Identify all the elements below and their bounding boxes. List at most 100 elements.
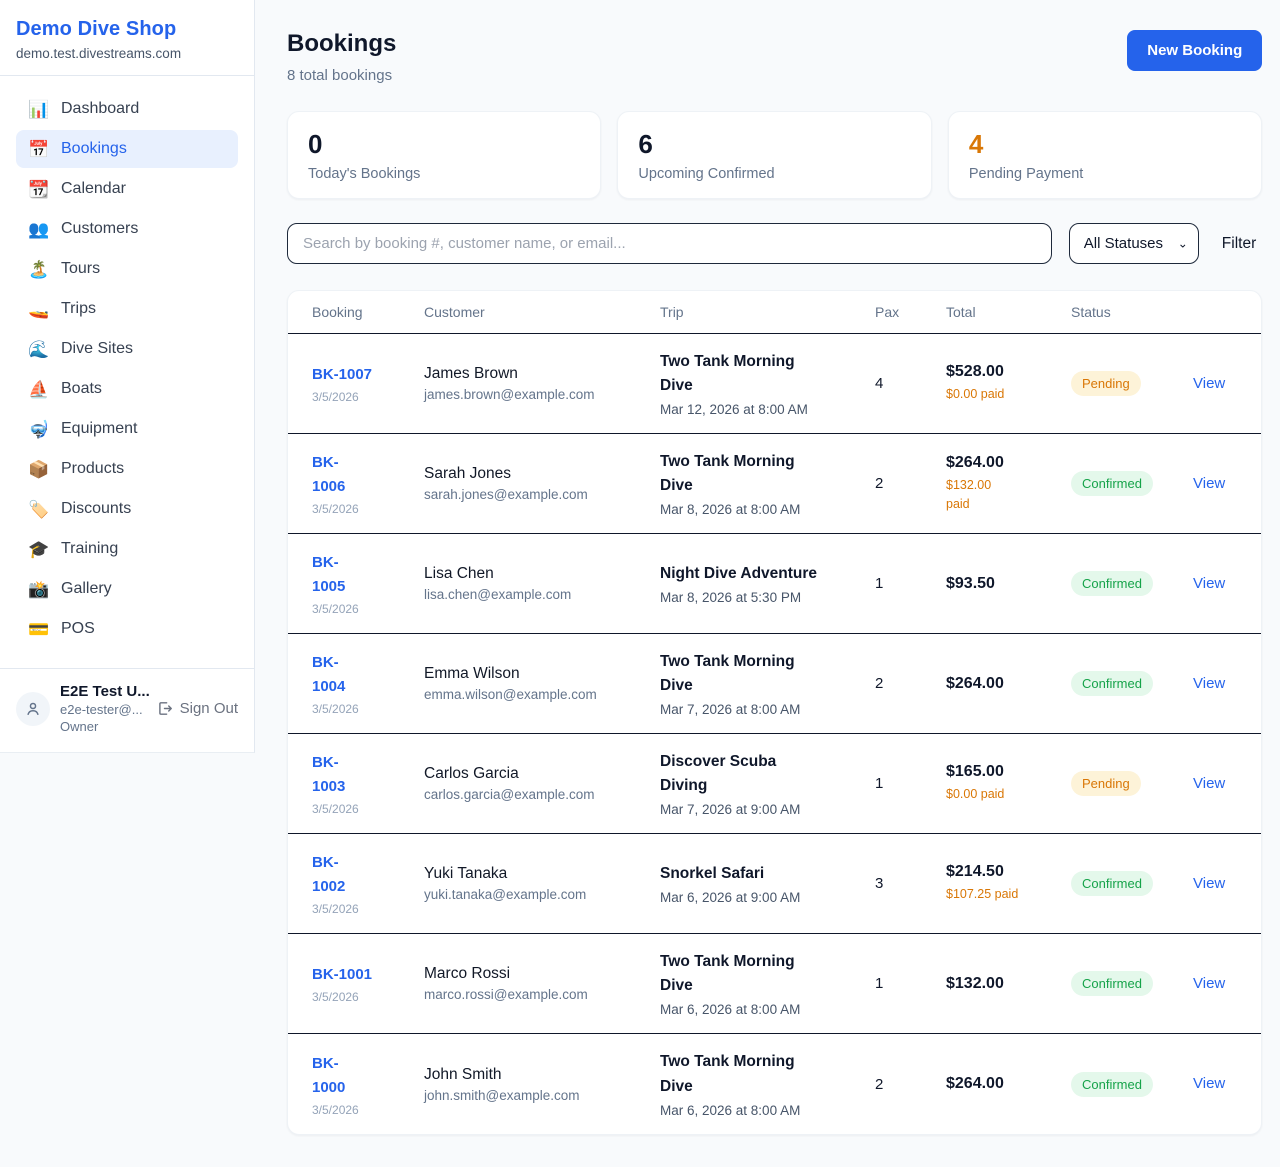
booking-id-link[interactable]: BK- 1000 <box>312 1052 345 1100</box>
booking-cell: BK- 1002 3/5/2026 <box>312 851 424 916</box>
view-link[interactable]: View <box>1193 1075 1225 1092</box>
sailboat-icon: ⛵ <box>28 381 48 398</box>
customer-name: James Brown <box>424 365 648 383</box>
new-booking-button[interactable]: New Booking <box>1127 30 1262 71</box>
booking-id-link[interactable]: BK- 1002 <box>312 851 345 899</box>
sidebar-item-pos[interactable]: 💳 POS <box>16 610 238 648</box>
total-amount: $528.00 <box>946 363 1059 381</box>
booking-cell: BK- 1006 3/5/2026 <box>312 451 424 516</box>
trip-name: Two Tank Morning Dive <box>660 350 863 398</box>
booking-date: 3/5/2026 <box>312 602 412 616</box>
sidebar-item-training[interactable]: 🎓 Training <box>16 530 238 568</box>
total-amount: $93.50 <box>946 575 1059 593</box>
sidebar-item-equipment[interactable]: 🤿 Equipment <box>16 410 238 448</box>
page-title: Bookings <box>287 30 396 58</box>
view-link[interactable]: View <box>1193 575 1225 592</box>
status-cell: Confirmed <box>1071 971 1193 996</box>
total-cell: $264.00 <box>946 1075 1071 1093</box>
table-row: BK- 1002 3/5/2026 Yuki Tanaka yuki.tanak… <box>288 834 1261 934</box>
total-cell: $214.50 $107.25 paid <box>946 863 1071 904</box>
sidebar-item-label: Calendar <box>61 180 126 198</box>
view-link[interactable]: View <box>1193 775 1225 792</box>
stat-card-upcoming-confirmed: 6 Upcoming Confirmed <box>617 111 931 199</box>
brand-link[interactable]: Demo Dive Shop demo.test.divestreams.com <box>0 0 254 76</box>
stat-card-pending-payment: 4 Pending Payment <box>948 111 1262 199</box>
bookings-table: Booking Customer Trip Pax Total Status B… <box>287 290 1262 1135</box>
booking-id-link[interactable]: BK-1001 <box>312 963 372 987</box>
sign-out-button[interactable]: Sign Out <box>156 700 238 717</box>
bar-chart-icon: 📊 <box>28 101 48 118</box>
view-link[interactable]: View <box>1193 375 1225 392</box>
sidebar-item-calendar[interactable]: 📆 Calendar <box>16 170 238 208</box>
sidebar-item-dive-sites[interactable]: 🌊 Dive Sites <box>16 330 238 368</box>
user-info: E2E Test U... e2e-tester@... Owner <box>60 683 144 734</box>
customer-email: carlos.garcia@example.com <box>424 787 648 802</box>
view-link[interactable]: View <box>1193 875 1225 892</box>
sidebar: Demo Dive Shop demo.test.divestreams.com… <box>0 0 255 753</box>
sidebar-item-gallery[interactable]: 📸 Gallery <box>16 570 238 608</box>
users-icon: 👥 <box>28 221 48 238</box>
status-badge: Confirmed <box>1071 471 1153 496</box>
actions-cell: View <box>1193 775 1237 793</box>
status-cell: Confirmed <box>1071 671 1193 696</box>
pax-count: 3 <box>875 875 946 892</box>
trip-datetime: Mar 6, 2026 at 8:00 AM <box>660 1103 863 1118</box>
trip-name: Two Tank Morning Dive <box>660 1050 863 1098</box>
view-link[interactable]: View <box>1193 975 1225 992</box>
status-filter-select[interactable]: All Statuses <box>1069 223 1199 264</box>
trip-datetime: Mar 7, 2026 at 8:00 AM <box>660 702 863 717</box>
bookings-count: 8 total bookings <box>287 67 396 84</box>
view-link[interactable]: View <box>1193 675 1225 692</box>
booking-id-link[interactable]: BK-1007 <box>312 363 372 387</box>
column-header-trip: Trip <box>660 304 875 320</box>
total-amount: $165.00 <box>946 763 1059 781</box>
sidebar-item-label: Customers <box>61 220 138 238</box>
table-row: BK- 1000 3/5/2026 John Smith john.smith@… <box>288 1034 1261 1134</box>
column-header-customer: Customer <box>424 304 660 320</box>
table-header-row: Booking Customer Trip Pax Total Status <box>288 291 1261 334</box>
pax-count: 2 <box>875 475 946 492</box>
customer-name: Carlos Garcia <box>424 765 648 783</box>
booking-id-link[interactable]: BK- 1004 <box>312 651 345 699</box>
tear-off-calendar-icon: 📆 <box>28 181 48 198</box>
customer-cell: Carlos Garcia carlos.garcia@example.com <box>424 765 660 802</box>
customer-cell: Sarah Jones sarah.jones@example.com <box>424 465 660 502</box>
table-body: BK-1007 3/5/2026 James Brown james.brown… <box>288 334 1261 1134</box>
main-content: Bookings 8 total bookings New Booking 0 … <box>255 0 1280 1167</box>
actions-cell: View <box>1193 375 1237 393</box>
sidebar-item-discounts[interactable]: 🏷️ Discounts <box>16 490 238 528</box>
booking-id-link[interactable]: BK- 1005 <box>312 551 345 599</box>
stat-card-todays-bookings: 0 Today's Bookings <box>287 111 601 199</box>
search-input[interactable] <box>287 223 1052 264</box>
brand-name[interactable]: Demo Dive Shop <box>16 18 238 41</box>
total-amount: $264.00 <box>946 454 1059 472</box>
column-header-total: Total <box>946 304 1071 320</box>
view-link[interactable]: View <box>1193 475 1225 492</box>
sidebar-item-tours[interactable]: 🏝️ Tours <box>16 250 238 288</box>
sidebar-item-customers[interactable]: 👥 Customers <box>16 210 238 248</box>
booking-date: 3/5/2026 <box>312 502 412 516</box>
trip-name: Night Dive Adventure <box>660 562 863 586</box>
table-row: BK-1007 3/5/2026 James Brown james.brown… <box>288 334 1261 434</box>
brand-domain: demo.test.divestreams.com <box>16 46 238 61</box>
status-cell: Pending <box>1071 371 1193 396</box>
trip-datetime: Mar 8, 2026 at 5:30 PM <box>660 590 863 605</box>
sidebar-item-dashboard[interactable]: 📊 Dashboard <box>16 90 238 128</box>
paid-amount: $132.00 paid <box>946 476 1059 514</box>
filter-button[interactable]: Filter <box>1216 235 1262 253</box>
sidebar-item-label: Trips <box>61 300 96 318</box>
pax-count: 2 <box>875 675 946 692</box>
table-row: BK- 1005 3/5/2026 Lisa Chen lisa.chen@ex… <box>288 534 1261 634</box>
stat-value: 4 <box>969 130 1241 160</box>
status-badge: Confirmed <box>1071 671 1153 696</box>
sidebar-item-trips[interactable]: 🚤 Trips <box>16 290 238 328</box>
sidebar-item-boats[interactable]: ⛵ Boats <box>16 370 238 408</box>
sidebar-item-products[interactable]: 📦 Products <box>16 450 238 488</box>
booking-id-link[interactable]: BK- 1003 <box>312 751 345 799</box>
sidebar-item-bookings[interactable]: 📅 Bookings <box>16 130 238 168</box>
total-cell: $93.50 <box>946 575 1071 593</box>
status-badge: Confirmed <box>1071 571 1153 596</box>
customer-email: lisa.chen@example.com <box>424 587 648 602</box>
booking-id-link[interactable]: BK- 1006 <box>312 451 345 499</box>
total-amount: $264.00 <box>946 675 1059 693</box>
